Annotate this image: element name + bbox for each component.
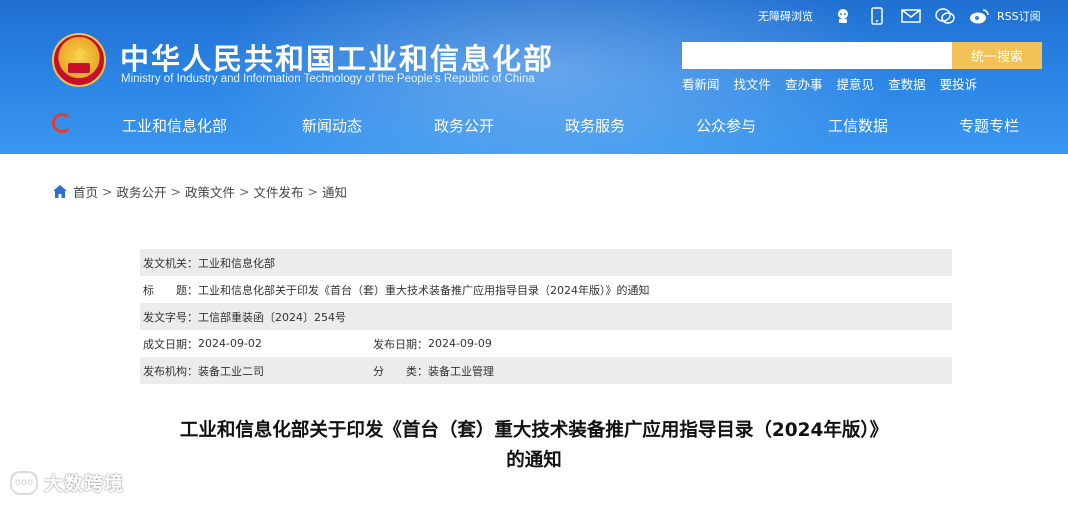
breadcrumb-home[interactable]: 首页 <box>73 182 98 201</box>
nav-item-data[interactable]: 工信数据 <box>828 115 888 136</box>
breadcrumb-separator: > <box>239 184 250 199</box>
mobile-icon[interactable] <box>867 6 887 26</box>
robot-icon[interactable] <box>833 6 853 26</box>
published-value: 2024-09-09 <box>428 337 492 350</box>
site-subtitle: Ministry of Industry and Information Tec… <box>121 73 535 85</box>
nav-item-topics[interactable]: 专题专栏 <box>959 115 1019 136</box>
quick-link-complaint[interactable]: 要投诉 <box>940 74 978 93</box>
title-label: 标 题： <box>143 283 198 297</box>
info-row-docno: 发文字号： 工信部重装函〔2024〕254号 <box>140 303 952 330</box>
org-value: 装备工业二司 <box>198 364 264 378</box>
quick-links: 看新闻 找文件 查办事 提意见 查数据 要投诉 <box>682 74 991 93</box>
nav-item-participation[interactable]: 公众参与 <box>696 115 756 136</box>
article-title-line1: 工业和信息化部关于印发《首台（套）重大技术装备推广应用指导目录（2024年版）》 <box>179 420 889 441</box>
nav-item-news[interactable]: 新闻动态 <box>302 115 362 136</box>
category-label: 分 类： <box>373 364 428 378</box>
watermark-logo-icon: ooo <box>10 470 38 495</box>
quick-link-services[interactable]: 查办事 <box>785 74 823 93</box>
breadcrumb-separator: > <box>102 184 113 199</box>
nav-item-disclosure[interactable]: 政务公开 <box>434 115 494 136</box>
issuer-label: 发文机关： <box>143 256 198 270</box>
quick-link-files[interactable]: 找文件 <box>734 74 772 93</box>
breadcrumb-disclosure[interactable]: 政务公开 <box>117 182 167 201</box>
rss-link[interactable]: RSS订阅 <box>997 8 1041 24</box>
info-row-dates: 成文日期： 2024-09-02 发布日期： 2024-09-09 <box>140 330 952 357</box>
mail-icon[interactable] <box>901 6 921 26</box>
published-label: 发布日期： <box>373 337 428 351</box>
accessibility-link[interactable]: 无障碍浏览 <box>758 8 813 24</box>
breadcrumb-release[interactable]: 文件发布 <box>254 182 304 201</box>
nav-item-ministry[interactable]: 工业和信息化部 <box>122 115 227 136</box>
org-cell: 发布机构： 装备工业二司 <box>140 363 370 379</box>
document-info-table: 发文机关： 工业和信息化部 标 题： 工业和信息化部关于印发《首台（套）重大技术… <box>140 249 952 384</box>
watermark-text: 大数跨境 <box>44 473 125 495</box>
breadcrumb-separator: > <box>307 184 318 199</box>
info-row-org: 发布机构： 装备工业二司 分 类： 装备工业管理 <box>140 357 952 384</box>
article-title-line2: 的通知 <box>506 450 562 471</box>
created-label: 成文日期： <box>143 337 198 351</box>
title-value: 工业和信息化部关于印发《首台（套）重大技术装备推广应用指导目录（2024年版）》… <box>198 283 650 297</box>
info-row-title: 标 题： 工业和信息化部关于印发《首台（套）重大技术装备推广应用指导目录（202… <box>140 276 952 303</box>
national-emblem-icon: ★ <box>52 33 106 87</box>
home-icon[interactable] <box>53 185 67 198</box>
quick-link-data[interactable]: 查数据 <box>888 74 926 93</box>
site-title: 中华人民共和国工业和信息化部 <box>120 42 555 76</box>
created-cell: 成文日期： 2024-09-02 <box>140 336 370 352</box>
site-header: ★ 中华人民共和国工业和信息化部 Ministry of Industry an… <box>0 0 1068 154</box>
breadcrumb-separator: > <box>170 184 181 199</box>
search-button[interactable]: 统一搜索 <box>952 42 1042 69</box>
nav-logo-icon[interactable] <box>52 113 72 133</box>
breadcrumb-policy[interactable]: 政策文件 <box>185 182 235 201</box>
created-value: 2024-09-02 <box>198 337 262 350</box>
category-cell: 分 类： 装备工业管理 <box>370 363 494 379</box>
wechat-icon[interactable] <box>935 6 955 26</box>
weibo-icon[interactable] <box>969 6 989 26</box>
search-input[interactable] <box>682 42 952 69</box>
published-cell: 发布日期： 2024-09-09 <box>370 336 492 352</box>
org-label: 发布机构： <box>143 364 198 378</box>
watermark: ooo 大数跨境 <box>10 469 124 496</box>
breadcrumb-notice[interactable]: 通知 <box>322 182 347 201</box>
breadcrumb: 首页 > 政务公开 > 政策文件 > 文件发布 > 通知 <box>53 182 347 201</box>
info-row-issuer: 发文机关： 工业和信息化部 <box>140 249 952 276</box>
docno-value: 工信部重装函〔2024〕254号 <box>198 310 346 324</box>
article-title: 工业和信息化部关于印发《首台（套）重大技术装备推广应用指导目录（2024年版）》… <box>0 416 1068 476</box>
issuer-value: 工业和信息化部 <box>198 256 275 270</box>
docno-label: 发文字号： <box>143 310 198 324</box>
main-nav: 工业和信息化部 新闻动态 政务公开 政务服务 公众参与 工信数据 专题专栏 <box>0 104 1068 144</box>
quick-link-news[interactable]: 看新闻 <box>682 74 720 93</box>
utility-bar: 无障碍浏览 RSS订阅 <box>758 6 1041 26</box>
category-value: 装备工业管理 <box>428 364 494 378</box>
nav-item-services[interactable]: 政务服务 <box>565 115 625 136</box>
quick-link-feedback[interactable]: 提意见 <box>837 74 875 93</box>
